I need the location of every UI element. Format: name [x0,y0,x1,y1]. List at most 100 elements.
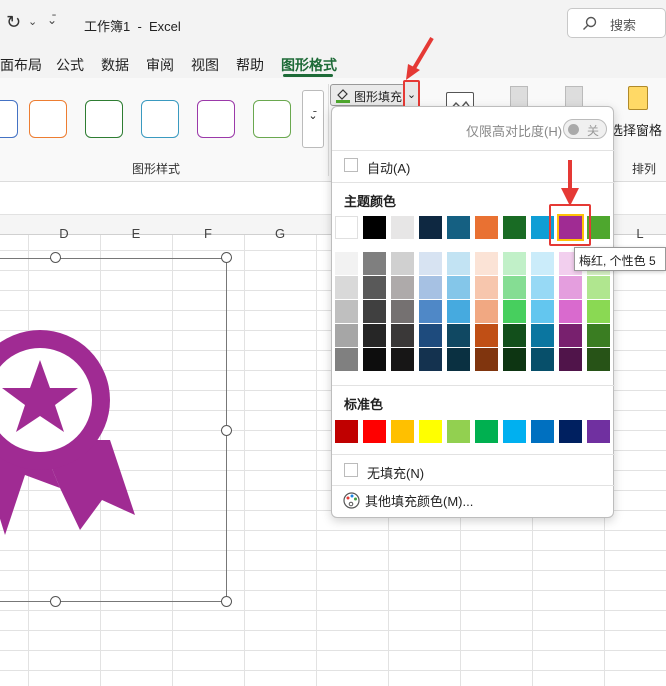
resize-handle-bottom-right[interactable] [221,596,232,607]
standard-color-swatch[interactable] [391,420,414,443]
theme-tint-swatch[interactable] [475,324,498,347]
column-header-e[interactable]: E [100,226,172,246]
search-box[interactable]: 搜索 [567,8,666,38]
theme-color-swatch[interactable] [447,216,470,239]
theme-tint-swatch[interactable] [503,324,526,347]
no-fill-swatch[interactable] [344,463,358,477]
standard-color-swatch[interactable] [363,420,386,443]
theme-tint-swatch[interactable] [391,300,414,323]
gallery-more-button[interactable]: ⌄̄ [302,90,324,148]
high-contrast-toggle[interactable]: 关 [563,119,607,139]
theme-tint-swatch[interactable] [391,252,414,275]
tab-review[interactable]: 审阅 [146,55,174,75]
theme-tint-swatch[interactable] [335,324,358,347]
bring-forward-icon[interactable] [510,86,528,108]
theme-tint-swatch[interactable] [447,300,470,323]
theme-tint-swatch[interactable] [419,348,442,371]
auto-color-option[interactable]: 自动(A) [367,158,410,177]
theme-tint-swatch[interactable] [363,324,386,347]
theme-tint-swatch[interactable] [531,300,554,323]
theme-tint-swatch[interactable] [447,252,470,275]
shape-style-1[interactable] [0,100,18,138]
standard-color-swatch[interactable] [335,420,358,443]
tab-help[interactable]: 帮助 [236,55,264,75]
shape-style-5[interactable] [197,100,235,138]
theme-tint-swatch[interactable] [531,276,554,299]
theme-tint-swatch[interactable] [447,324,470,347]
tab-view[interactable]: 视图 [191,55,219,75]
theme-tint-swatch[interactable] [419,252,442,275]
theme-tint-swatch[interactable] [363,300,386,323]
standard-color-swatch[interactable] [531,420,554,443]
column-header-g[interactable]: G [244,226,316,246]
shape-style-3[interactable] [85,100,123,138]
theme-tint-swatch[interactable] [559,276,582,299]
theme-tint-swatch[interactable] [587,276,610,299]
theme-color-swatch[interactable] [419,216,442,239]
theme-color-swatch[interactable] [503,216,526,239]
resize-handle-bottom[interactable] [50,596,61,607]
auto-color-swatch[interactable] [344,158,358,172]
shape-style-6[interactable] [253,100,291,138]
standard-color-swatch[interactable] [503,420,526,443]
theme-tint-swatch[interactable] [475,252,498,275]
theme-tint-swatch[interactable] [475,276,498,299]
theme-tint-swatch[interactable] [335,300,358,323]
theme-tint-swatch[interactable] [335,348,358,371]
theme-tint-swatch[interactable] [531,348,554,371]
theme-tint-swatch[interactable] [391,348,414,371]
theme-tint-swatch[interactable] [391,324,414,347]
resize-handle-top-right[interactable] [221,252,232,263]
more-fill-colors-option[interactable]: 其他填充颜色(M)... [365,491,473,510]
theme-tint-swatch[interactable] [587,300,610,323]
theme-tint-swatch[interactable] [363,348,386,371]
theme-tint-swatch[interactable] [447,276,470,299]
shape-fill-dropdown-arrow[interactable]: ⌄ [403,80,420,108]
column-header-f[interactable]: F [172,226,244,246]
chevron-down-icon[interactable]: ⌄ [28,15,37,28]
theme-color-swatch[interactable] [335,216,358,239]
theme-tint-swatch[interactable] [503,348,526,371]
theme-tint-swatch[interactable] [503,252,526,275]
theme-tint-swatch[interactable] [559,324,582,347]
redo-icon[interactable]: ↻ [6,12,21,33]
standard-color-swatch[interactable] [559,420,582,443]
shape-fill-button[interactable]: 图形填充 [330,84,405,106]
theme-tint-swatch[interactable] [531,252,554,275]
resize-handle-right[interactable] [221,425,232,436]
theme-tint-swatch[interactable] [419,276,442,299]
theme-tint-swatch[interactable] [363,252,386,275]
selection-pane-icon[interactable] [628,86,648,110]
tab-shape-format[interactable]: 图形格式 [281,55,337,75]
theme-tint-swatch[interactable] [419,324,442,347]
theme-color-swatch[interactable] [391,216,414,239]
theme-tint-swatch[interactable] [335,252,358,275]
theme-tint-swatch[interactable] [335,276,358,299]
theme-tint-swatch[interactable] [363,276,386,299]
theme-tint-swatch[interactable] [559,348,582,371]
tab-formulas[interactable]: 公式 [56,55,84,75]
selection-pane-label[interactable]: 选择窗格 [610,120,662,139]
customize-qat-icon[interactable]: ⌄̄ [47,13,57,27]
standard-color-swatch[interactable] [475,420,498,443]
shape-style-2[interactable] [29,100,67,138]
shape-style-4[interactable] [141,100,179,138]
theme-tint-swatch[interactable] [587,348,610,371]
tab-data[interactable]: 数据 [101,55,129,75]
theme-tint-swatch[interactable] [475,348,498,371]
theme-tint-swatch[interactable] [531,324,554,347]
theme-tint-swatch[interactable] [475,300,498,323]
theme-tint-swatch[interactable] [587,324,610,347]
tab-page-layout[interactable]: 面布局 [0,55,42,75]
send-backward-icon[interactable] [565,86,583,108]
theme-tint-swatch[interactable] [391,276,414,299]
no-fill-option[interactable]: 无填充(N) [367,463,424,482]
standard-color-swatch[interactable] [447,420,470,443]
theme-tint-swatch[interactable] [503,276,526,299]
resize-handle-top[interactable] [50,252,61,263]
standard-color-swatch[interactable] [587,420,610,443]
theme-color-swatch[interactable] [475,216,498,239]
theme-tint-swatch[interactable] [559,300,582,323]
standard-color-swatch[interactable] [419,420,442,443]
theme-tint-swatch[interactable] [419,300,442,323]
